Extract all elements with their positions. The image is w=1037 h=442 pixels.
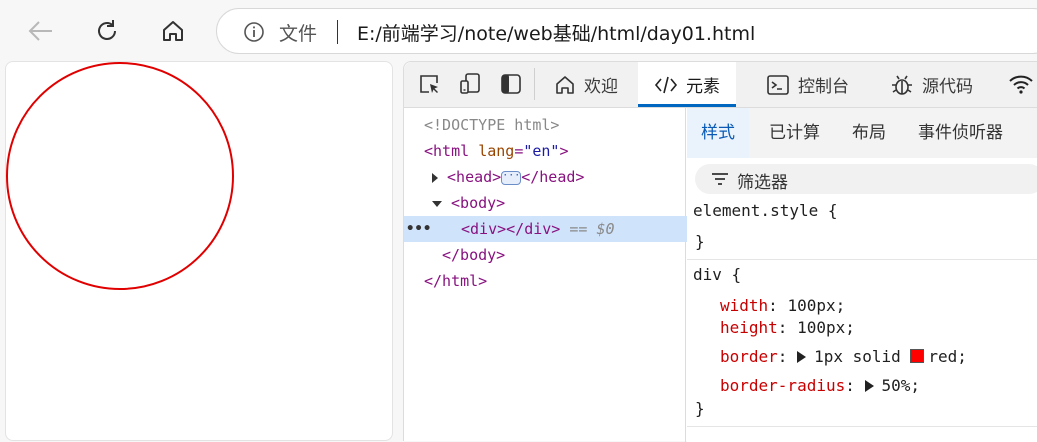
url-text[interactable]: E:/前端学习/note/web基础/html/day01.html <box>357 19 755 46</box>
tree-html-close[interactable]: </html> <box>404 268 706 294</box>
red-circle-div <box>6 62 234 290</box>
body-close-tag: </body> <box>442 246 506 264</box>
styles-pane: 样式 已计算 布局 事件侦听器 筛选器 element.style { } di… <box>687 108 1037 442</box>
color-swatch[interactable] <box>910 349 925 363</box>
prop-height[interactable]: height: 100px; <box>720 318 855 337</box>
ellipsis-icon[interactable]: ··· <box>501 170 522 185</box>
address-separator <box>337 20 338 44</box>
prop-border-name: border <box>720 347 778 366</box>
subtab-event-listeners[interactable]: 事件侦听器 <box>918 108 1003 158</box>
div-ref: == $0 <box>569 220 615 238</box>
tab-console[interactable]: 控制台 <box>766 62 849 107</box>
device-emulation-icon <box>460 73 480 94</box>
prop-height-name: height <box>720 318 778 337</box>
html-open-tag: <html <box>424 142 470 160</box>
filter-placeholder: 筛选器 <box>737 173 788 193</box>
toolbar-divider <box>534 68 535 100</box>
prop-border-value: 1px solid <box>814 347 901 366</box>
prop-border-radius[interactable]: border-radius: 50%; <box>720 376 920 395</box>
subtab-layout[interactable]: 布局 <box>852 108 886 158</box>
tree-body[interactable]: <body> <box>404 190 714 216</box>
page-viewport <box>5 61 393 441</box>
tab-sources[interactable]: 源代码 <box>890 62 973 107</box>
tree-doctype[interactable]: <!DOCTYPE html> <box>404 112 706 138</box>
dock-side-button[interactable] <box>498 71 524 97</box>
address-scheme-label: 文件 <box>279 23 318 45</box>
home-icon <box>163 21 183 41</box>
collapse-triangle-icon[interactable] <box>432 200 442 207</box>
browser-toolbar: 文件 E:/前端学习/note/web基础/html/day01.html <box>0 0 1037 60</box>
prop-border-radius-value: 50%; <box>881 376 921 395</box>
head-open-tag: <head> <box>447 168 502 186</box>
tab-welcome-label: 欢迎 <box>584 77 618 97</box>
more-actions-icon[interactable]: ••• <box>406 216 431 242</box>
prop-width[interactable]: width: 100px; <box>720 296 845 315</box>
bug-icon <box>890 73 914 97</box>
body-open-tag: <body> <box>451 194 506 212</box>
styles-filter[interactable]: 筛选器 <box>695 164 1037 194</box>
home-button[interactable] <box>156 14 190 48</box>
tab-elements[interactable]: 元素 <box>638 62 736 107</box>
subtab-styles[interactable]: 样式 <box>687 108 749 158</box>
prop-border-radius-name: border-radius <box>720 376 846 395</box>
tree-body-close[interactable]: </body> <box>404 242 724 268</box>
element-style-close: } <box>695 232 705 251</box>
refresh-button[interactable] <box>90 14 124 48</box>
address-bar[interactable]: 文件 E:/前端学习/note/web基础/html/day01.html <box>216 8 1037 54</box>
wifi-icon <box>1009 75 1033 94</box>
back-button[interactable] <box>24 14 58 48</box>
html-open-gt: > <box>559 142 569 160</box>
info-icon[interactable] <box>243 21 265 43</box>
device-toolbar-button[interactable] <box>457 71 483 97</box>
element-style-selector[interactable]: element.style { <box>693 201 838 220</box>
styles-subtabs: 样式 已计算 布局 事件侦听器 <box>687 108 1037 158</box>
rule-divider <box>687 426 1037 427</box>
prop-width-value: 100px; <box>787 296 846 315</box>
prop-border-color: red; <box>928 347 967 366</box>
console-icon <box>766 74 790 96</box>
arrow-left-icon <box>28 21 52 41</box>
prop-height-value: 100px; <box>797 318 855 337</box>
div-rule-close: } <box>695 399 705 418</box>
inspect-element-icon <box>420 75 438 93</box>
rule-divider <box>687 259 1037 260</box>
doctype-text: <!DOCTYPE html> <box>424 116 560 134</box>
inspect-button[interactable] <box>416 71 442 97</box>
subtab-computed[interactable]: 已计算 <box>769 108 820 158</box>
network-tab-button[interactable] <box>1008 71 1034 97</box>
html-close-tag: </html> <box>424 272 488 290</box>
refresh-icon <box>98 20 116 40</box>
filter-icon <box>712 173 728 185</box>
sidebar-icon <box>501 74 521 94</box>
tree-html[interactable]: <html lang="en"> <box>404 138 706 164</box>
head-close-tag: </head> <box>521 168 585 186</box>
expand-shorthand-icon[interactable] <box>797 351 807 363</box>
div-selector[interactable]: div { <box>693 265 741 284</box>
tree-head[interactable]: <head>···</head> <box>404 164 714 190</box>
tab-console-label: 控制台 <box>798 77 849 97</box>
expand-shorthand-icon[interactable] <box>864 380 874 392</box>
tab-welcome[interactable]: 欢迎 <box>554 62 618 107</box>
tab-elements-label: 元素 <box>686 77 720 97</box>
prop-width-name: width <box>720 296 769 315</box>
dom-tree: <!DOCTYPE html> <html lang="en"> <head>·… <box>404 108 743 442</box>
lang-value: "en" <box>523 142 560 160</box>
div-tag: <div></div> <box>461 220 561 238</box>
tab-sources-label: 源代码 <box>922 77 973 97</box>
home-icon <box>554 74 576 96</box>
devtools-toolbar: 欢迎 元素 控制台 源代码 <box>404 62 1037 108</box>
devtools-panel: 欢迎 元素 控制台 源代码 <!DOCTYPE html> <html lang… <box>403 61 1037 442</box>
prop-border[interactable]: border: 1px solid red; <box>720 347 967 366</box>
lang-attr: lang <box>478 142 515 160</box>
code-icon <box>654 74 678 96</box>
expand-triangle-icon[interactable] <box>432 172 438 183</box>
